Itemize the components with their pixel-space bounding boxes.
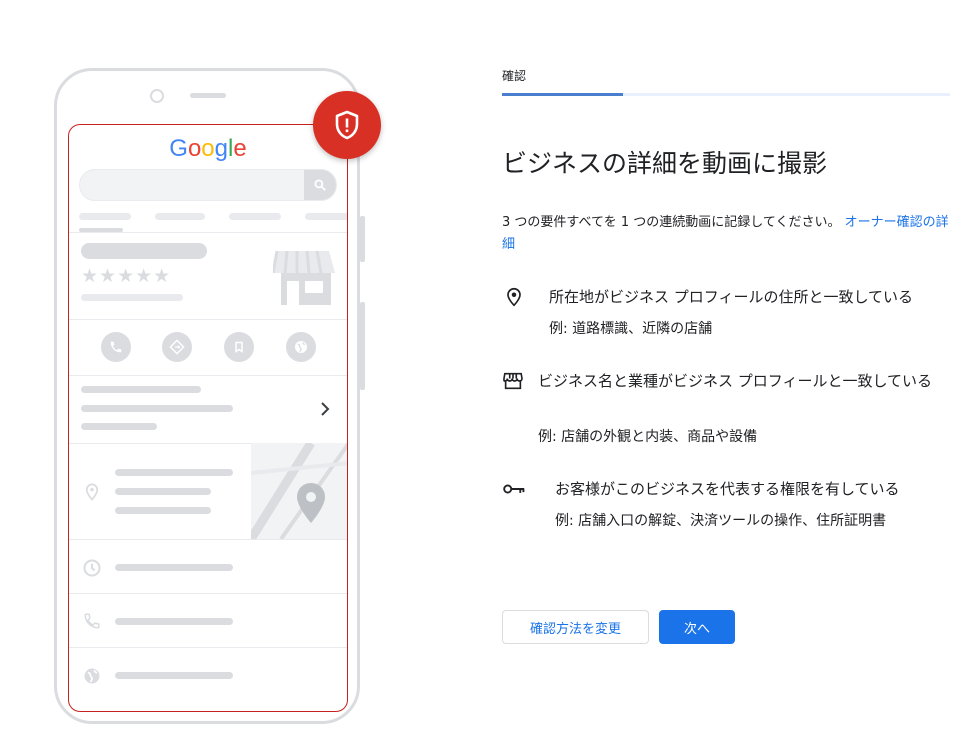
logo-letter: g <box>214 135 229 162</box>
requirement-location: 所在地がビジネス プロフィールの住所と一致している <box>549 288 914 306</box>
next-button[interactable]: 次へ <box>659 610 735 644</box>
phone-icon <box>101 332 131 362</box>
bookmark-icon <box>224 332 254 362</box>
business-name-placeholder <box>81 243 207 259</box>
logo-letter: o <box>201 135 215 162</box>
text-placeholder <box>81 423 157 430</box>
divider <box>69 593 347 594</box>
step-label: 確認 <box>502 69 527 83</box>
storefront-icon <box>502 370 524 392</box>
text-placeholder <box>115 488 211 495</box>
phone-camera <box>150 89 164 103</box>
phone-icon <box>84 613 100 629</box>
key-icon <box>503 478 525 500</box>
directions-icon <box>162 332 192 362</box>
intro-text: 3 つの要件すべてを 1 つの連続動画に記録してください。 オーナー確認の詳細 <box>502 212 952 256</box>
location-pin-icon <box>503 286 525 308</box>
requirement-authority-example: 例: 店舗入口の解錠、決済ツールの操作、住所証明書 <box>555 513 887 529</box>
tab-placeholder <box>155 213 205 220</box>
requirement-authority: お客様がこのビジネスを代表する権限を有している <box>555 480 900 498</box>
location-pin-icon <box>85 483 99 501</box>
globe-icon <box>84 668 100 684</box>
tab-placeholder <box>305 213 347 220</box>
phone-side-button <box>360 216 365 262</box>
rating-stars: ★★★★★ <box>81 265 172 287</box>
google-logo: Google <box>69 135 347 163</box>
requirement-business-name: ビジネス名と業種がビジネス プロフィールと一致している <box>538 372 933 390</box>
website-icon <box>286 332 316 362</box>
logo-letter: o <box>187 135 202 162</box>
tab-placeholder <box>229 213 281 220</box>
divider <box>69 539 347 540</box>
text-placeholder <box>81 294 183 301</box>
progress-bar <box>502 93 950 96</box>
text-placeholder <box>81 386 201 393</box>
divider <box>69 232 347 233</box>
storefront-icon <box>273 250 335 305</box>
shield-alert-icon <box>313 91 381 159</box>
text-placeholder <box>115 469 233 476</box>
divider <box>69 375 347 376</box>
requirement-business-name-example: 例: 店舗の外観と内装、商品や設備 <box>538 429 758 445</box>
intro-description: 3 つの要件すべてを 1 つの連続動画に記録してください。 <box>502 215 841 230</box>
phone-side-button <box>360 302 365 390</box>
map-thumbnail <box>251 443 347 539</box>
clock-icon <box>83 559 101 577</box>
phone-screen: Google ★★★★★ <box>68 124 348 712</box>
logo-letter: e <box>233 135 247 162</box>
change-method-button[interactable]: 確認方法を変更 <box>502 610 649 644</box>
requirement-location-example: 例: 道路標識、近隣の店舗 <box>549 321 713 337</box>
text-placeholder <box>81 405 233 412</box>
text-placeholder <box>115 564 233 571</box>
search-icon <box>304 170 336 200</box>
logo-letter: G <box>169 135 188 162</box>
progress-fill <box>502 93 623 96</box>
tab-placeholder <box>79 213 131 220</box>
phone-speaker <box>190 93 226 98</box>
text-placeholder <box>115 507 211 514</box>
search-box <box>79 169 337 201</box>
text-placeholder <box>115 672 233 679</box>
chevron-right-icon <box>321 402 330 416</box>
text-placeholder <box>115 618 233 625</box>
divider <box>69 319 347 320</box>
divider <box>69 647 347 648</box>
page-title: ビジネスの詳細を動画に撮影 <box>502 149 828 178</box>
